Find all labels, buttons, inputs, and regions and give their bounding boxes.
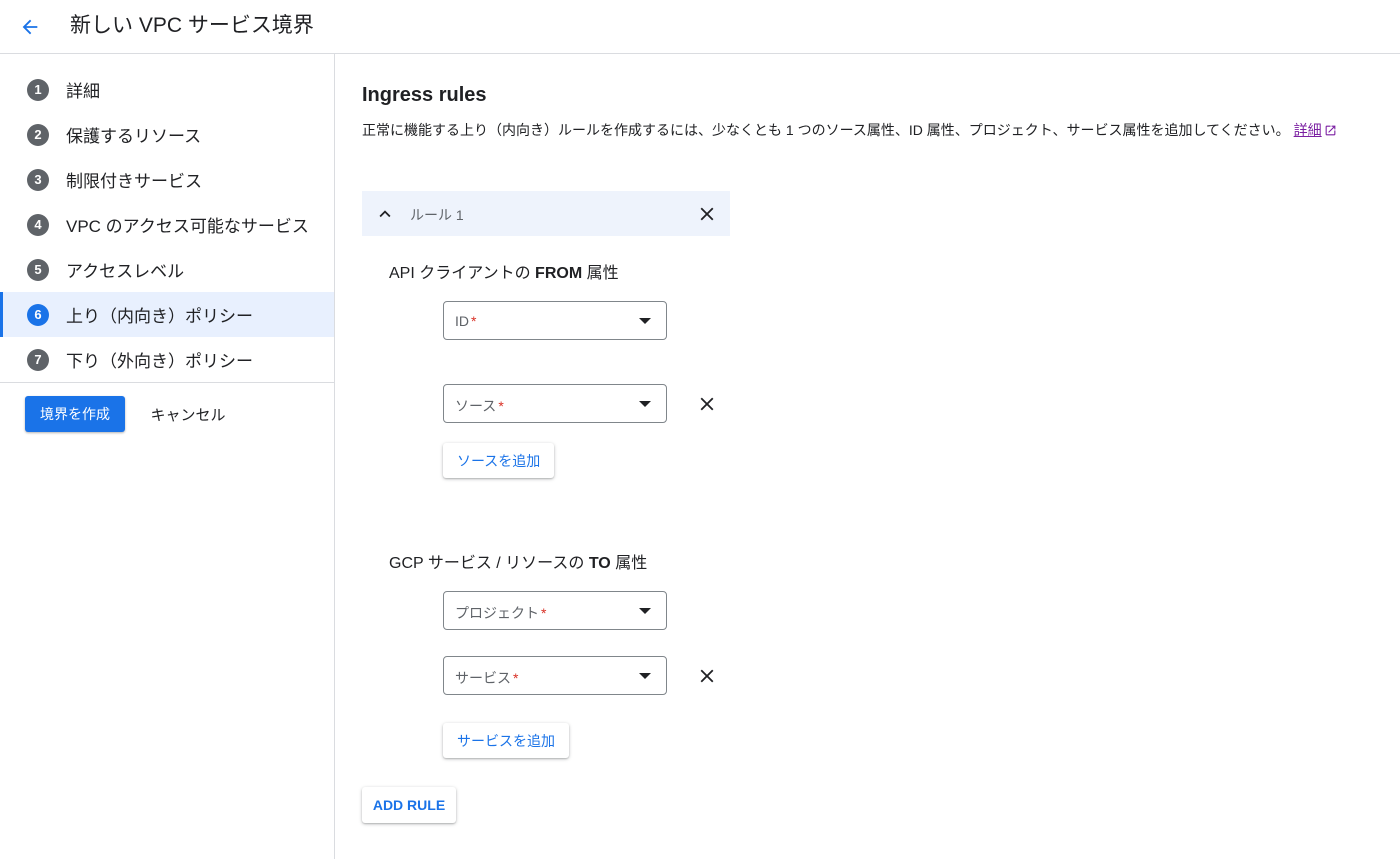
step-number: 1 <box>27 78 49 101</box>
dropdown-arrow-icon <box>639 608 651 614</box>
delete-rule-button[interactable] <box>692 199 721 228</box>
title-bold: TO <box>588 555 611 572</box>
required-mark: * <box>513 670 519 686</box>
main-content: Ingress rules 正常に機能する上り（内向き）ルールを作成するには、少… <box>335 54 1400 859</box>
placeholder-text: プロジェクト <box>455 605 539 621</box>
to-attributes-title: GCP サービス / リソースの TO 属性 <box>389 549 647 573</box>
placeholder-text: ID <box>455 313 469 329</box>
step-label: 制限付きサービス <box>66 172 202 191</box>
step-protected-resources[interactable]: 2 保護するリソース <box>0 112 334 157</box>
title-suffix: 属性 <box>582 265 619 282</box>
step-number: 4 <box>27 213 49 236</box>
rule-header: ルール 1 <box>362 191 730 236</box>
rule-name: ルール 1 <box>410 207 464 223</box>
step-restricted-services[interactable]: 3 制限付きサービス <box>0 157 334 202</box>
dropdown-arrow-icon <box>639 673 651 679</box>
cancel-button[interactable]: キャンセル <box>140 396 236 432</box>
create-perimeter-button[interactable]: 境界を作成 <box>25 396 125 432</box>
dropdown-arrow-icon <box>639 318 651 324</box>
step-label: 詳細 <box>66 82 100 101</box>
select-placeholder: プロジェクト * <box>455 603 546 623</box>
learn-more-link[interactable]: 詳細 <box>1294 122 1337 138</box>
header: 新しい VPC サービス境界 <box>0 0 1400 54</box>
from-attributes-title: API クライアントの FROM 属性 <box>389 259 619 283</box>
source-select[interactable]: ソース * <box>443 384 667 423</box>
required-mark: * <box>541 605 547 621</box>
project-select[interactable]: プロジェクト * <box>443 591 667 630</box>
title-prefix: GCP サービス / リソースの <box>389 555 589 572</box>
description-text: 正常に機能する上り（内向き）ルールを作成するには、少なくとも 1 つのソース属性… <box>362 122 1290 138</box>
page-title: 新しい VPC サービス境界 <box>70 14 314 37</box>
learn-more-label: 詳細 <box>1293 122 1322 138</box>
step-label: 下り（外向き）ポリシー <box>66 352 253 371</box>
sidebar-divider <box>0 382 334 383</box>
step-details[interactable]: 1 詳細 <box>0 67 334 112</box>
close-icon <box>700 397 714 411</box>
step-access-levels[interactable]: 5 アクセスレベル <box>0 247 334 292</box>
required-mark: * <box>471 313 477 329</box>
placeholder-text: ソース <box>455 398 497 414</box>
step-egress-policy[interactable]: 7 下り（外向き）ポリシー <box>0 337 334 382</box>
step-number: 5 <box>27 258 49 281</box>
step-ingress-policy[interactable]: 6 上り（内向き）ポリシー <box>0 292 334 337</box>
step-label: 上り（内向き）ポリシー <box>66 307 253 326</box>
select-placeholder: ID * <box>455 313 476 329</box>
add-service-button[interactable]: サービスを追加 <box>443 723 569 758</box>
step-label: アクセスレベル <box>66 262 185 281</box>
required-mark: * <box>498 398 504 414</box>
remove-service-button[interactable] <box>692 661 722 691</box>
title-suffix: 属性 <box>610 555 648 572</box>
close-icon <box>700 207 713 220</box>
step-label: 保護するリソース <box>66 127 202 146</box>
select-placeholder: ソース * <box>455 396 504 416</box>
step-number: 6 <box>27 303 49 326</box>
placeholder-text: サービス <box>455 670 511 686</box>
select-placeholder: サービス * <box>455 668 518 688</box>
title-bold: FROM <box>535 265 583 282</box>
step-label: VPC のアクセス可能なサービス <box>66 217 309 236</box>
step-number: 3 <box>27 168 49 191</box>
close-icon <box>700 669 714 683</box>
step-number: 2 <box>27 123 49 146</box>
section-description: 正常に機能する上り（内向き）ルールを作成するには、少なくとも 1 つのソース属性… <box>362 120 1337 140</box>
chevron-up-icon <box>379 209 390 217</box>
title-prefix: API クライアントの <box>389 265 536 282</box>
back-button[interactable] <box>14 11 46 43</box>
step-number: 7 <box>27 348 49 371</box>
dropdown-arrow-icon <box>639 401 651 407</box>
service-select[interactable]: サービス * <box>443 656 667 695</box>
external-link-icon <box>1325 125 1336 136</box>
id-select[interactable]: ID * <box>443 301 667 340</box>
arrow-back-icon <box>22 19 38 35</box>
remove-source-button[interactable] <box>692 389 722 419</box>
collapse-rule-button[interactable] <box>370 199 399 228</box>
section-title: Ingress rules <box>362 84 487 106</box>
add-rule-button[interactable]: ADD RULE <box>362 787 456 823</box>
step-vpc-accessible-services[interactable]: 4 VPC のアクセス可能なサービス <box>0 202 334 247</box>
sidebar: 1 詳細 2 保護するリソース 3 制限付きサービス 4 VPC のアクセス可能… <box>0 54 335 859</box>
add-source-button[interactable]: ソースを追加 <box>443 443 555 478</box>
